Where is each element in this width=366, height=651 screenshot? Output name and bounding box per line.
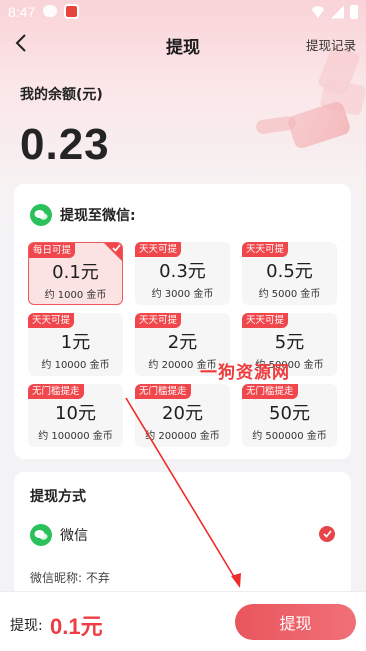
option-coins: 约 500000 金币	[252, 431, 327, 442]
option-amount: 0.1元	[52, 262, 99, 283]
watermark-text: 一狗资源网	[200, 363, 290, 383]
option-coins: 约 100000 金币	[38, 431, 113, 442]
method-title: 提现方式	[30, 489, 86, 505]
decorative-envelope	[286, 99, 352, 151]
option-tag: 天天可提	[135, 313, 182, 328]
option-tag: 每日可提	[29, 243, 76, 258]
battery-icon	[350, 5, 358, 19]
amount-option[interactable]: 无门槛提走 10元 约 100000 金币	[28, 384, 123, 447]
amount-option[interactable]: 天天可提 0.5元 约 5000 金币	[242, 242, 337, 305]
option-coins: 约 200000 金币	[145, 431, 220, 442]
withdraw-submit-button[interactable]: 提现	[235, 604, 356, 640]
back-button[interactable]	[6, 28, 36, 58]
option-tag: 天天可提	[28, 313, 75, 328]
wechat-nickname: 微信昵称: 不弃	[30, 571, 110, 585]
amount-option[interactable]: 无门槛提走 20元 约 200000 金币	[135, 384, 230, 447]
amount-option[interactable]: 每日可提 0.1元 约 1000 金币	[28, 242, 123, 305]
status-bar: 8:47	[0, 0, 366, 24]
amount-option[interactable]: 天天可提 0.3元 约 3000 金币	[135, 242, 230, 305]
app-notification-icon	[64, 4, 79, 19]
wifi-icon	[311, 6, 325, 18]
balance-value: 0.23	[20, 120, 110, 169]
option-coins: 约 3000 金币	[151, 289, 214, 300]
withdraw-amount-label: 提现:	[10, 618, 43, 634]
option-amount: 1元	[60, 332, 91, 353]
amount-option[interactable]: 无门槛提走 50元 约 500000 金币	[242, 384, 337, 447]
withdraw-method-card: 提现方式 微信 微信昵称: 不弃	[14, 472, 351, 597]
option-coins: 约 10000 金币	[41, 360, 110, 371]
option-amount: 50元	[269, 403, 310, 424]
option-amount: 10元	[55, 403, 96, 424]
option-coins: 约 5000 金币	[258, 289, 321, 300]
bottom-bar: 提现: 0.1元 提现	[0, 591, 366, 651]
wechat-card-title: 提现至微信:	[60, 208, 136, 224]
withdraw-amount-value: 0.1元	[50, 614, 103, 639]
wechat-icon	[30, 524, 52, 546]
option-tag: 无门槛提走	[28, 384, 84, 399]
option-tag: 天天可提	[242, 242, 289, 257]
option-tag: 无门槛提走	[135, 384, 191, 399]
chevron-left-icon	[15, 34, 26, 52]
option-tag: 无门槛提走	[242, 384, 298, 399]
option-amount: 0.5元	[266, 261, 313, 282]
signal-icon	[331, 5, 344, 19]
option-amount: 0.3元	[159, 261, 206, 282]
option-tag: 天天可提	[135, 242, 182, 257]
method-name: 微信	[60, 528, 88, 544]
check-circle-icon	[319, 526, 335, 542]
option-amount: 2元	[167, 332, 198, 353]
option-amount: 5元	[274, 332, 305, 353]
chat-notification-icon	[43, 5, 57, 17]
balance-label: 我的余额(元)	[20, 87, 103, 103]
status-time: 8:47	[8, 4, 36, 20]
option-tag: 天天可提	[242, 313, 289, 328]
amount-option[interactable]: 天天可提 1元 约 10000 金币	[28, 313, 123, 376]
method-option-wechat[interactable]: 微信	[30, 523, 335, 547]
amount-option-grid: 每日可提 0.1元 约 1000 金币 天天可提 0.3元 约 3000 金币 …	[28, 242, 337, 447]
wechat-icon	[30, 204, 52, 226]
option-amount: 20元	[162, 403, 203, 424]
nav-bar: 提现 提现记录	[0, 26, 366, 60]
wechat-withdraw-card: 提现至微信: 每日可提 0.1元 约 1000 金币 天天可提 0.3元 约 3…	[14, 184, 351, 459]
option-coins: 约 1000 金币	[44, 290, 107, 301]
withdraw-record-link[interactable]: 提现记录	[306, 35, 356, 54]
